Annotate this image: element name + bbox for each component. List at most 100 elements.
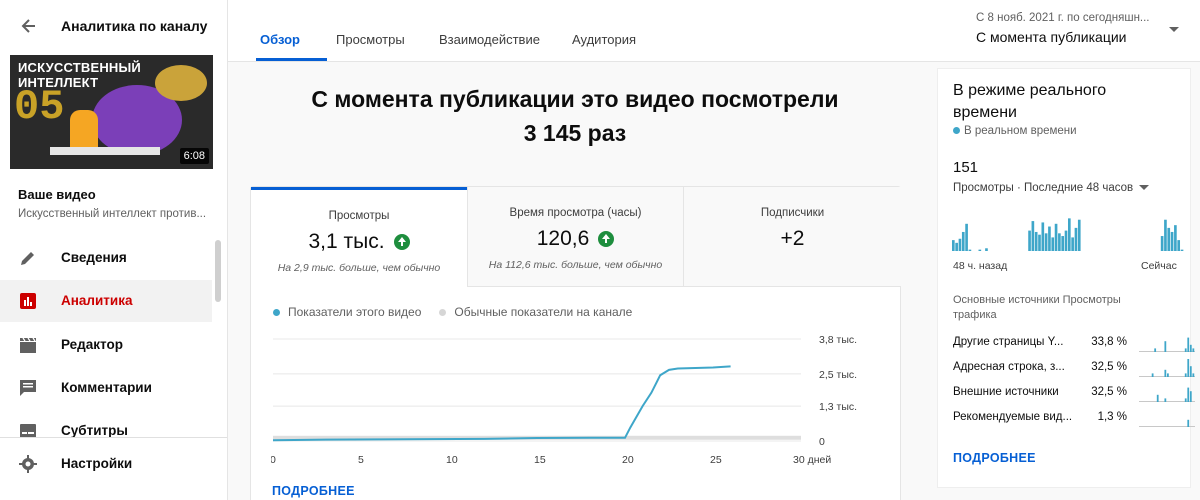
traffic-source-row[interactable]: Другие страницы Y... 33,8 % [953,336,1195,356]
video-title: Искусственный интеллект против... [18,208,207,220]
tab-engagement[interactable]: Взаимодействие [439,32,540,47]
source-name: Адресная строка, з... [953,361,1065,373]
y-tick-label: 2,5 тыс. [819,369,857,381]
realtime-bar [965,223,968,251]
source-name: Внешние источники [953,386,1059,398]
realtime-bar [1044,233,1048,251]
source-sparkline [1139,359,1195,377]
nav-item-label: Комментарии [61,380,152,395]
tab-views[interactable]: Просмотры [336,32,405,47]
sparkline-bar [1154,348,1157,352]
legend-this-video: Показатели этого видео [273,305,421,319]
realtime-more-link[interactable]: ПОДРОБНЕЕ [953,451,1036,465]
realtime-bar [1068,218,1071,251]
thumbnail-number: 05 [14,83,65,131]
tab-overview[interactable]: Обзор [260,32,300,47]
realtime-bar [985,248,988,251]
legend-label: Показатели этого видео [288,305,422,319]
your-video-label: Ваше видео [18,187,96,202]
nav-item-analytics[interactable]: Аналитика [0,280,212,322]
metric-views[interactable]: Просмотры 3,1 тыс. На 2,9 тыс. больше, ч… [251,187,467,287]
pencil-icon [21,252,34,265]
nav-item-editor[interactable]: Редактор [0,324,212,366]
sparkline-bar [1189,344,1192,352]
page-headline: С момента публикации это видео посмотрел… [250,82,900,150]
caret-down-icon [1139,185,1150,191]
traffic-source-row[interactable]: Рекомендуемые вид... 1,3 % [953,411,1195,431]
live-dot-icon [953,127,960,135]
nav-clip: Субтитры [0,400,227,437]
metric-watch-time[interactable]: Время просмотра (часы) 120,6 На 112,6 ты… [467,187,684,287]
realtime-bar [1051,237,1055,251]
sparkline-bar [1187,337,1190,352]
sparkline-bar [1187,359,1190,377]
realtime-bar [1054,223,1058,251]
metric-value: +2 [780,227,805,250]
x-tick-label: 10 [446,454,458,466]
back-arrow-icon[interactable] [19,16,39,36]
sparkline-bar [1189,366,1192,377]
analytics-icon [20,293,36,309]
x-tick-label: 25 [710,454,722,466]
realtime-metric-selector[interactable]: Просмотры · Последние 48 часов [953,182,1150,194]
realtime-bar [1031,221,1035,251]
realtime-bar [1077,219,1081,251]
date-range-selector[interactable]: С 8 нояб. 2021 г. по сегодняшн... С моме… [976,12,1186,45]
video-thumbnail[interactable]: 05 ИСКУССТВЕННЫЙ ИНТЕЛЛЕКТ 6:08 [10,55,213,169]
nav-item-subtitles[interactable]: Субтитры [0,410,212,437]
x-tick-label: 15 [534,454,546,466]
realtime-live-indicator: В реальном времени [953,125,1077,137]
realtime-bar [1071,237,1074,251]
x-tick-label: 20 [622,454,634,466]
realtime-bar [968,249,972,251]
nav-item-label: Субтитры [61,423,128,437]
headline-line-1: С момента публикации это видео посмотрел… [311,86,839,112]
realtime-bar [958,238,962,251]
nav-item-label: Сведения [61,250,127,265]
tab-bar: Обзор Просмотры Взаимодействие Аудитория… [228,0,1200,62]
nav-item-settings[interactable]: Настройки [0,443,212,485]
realtime-count: 151 [953,159,979,176]
realtime-bar [961,231,965,251]
sparkline-bar [1164,398,1167,402]
subtitles-icon [20,424,36,437]
nav-item-details[interactable]: Сведения [0,237,212,279]
x-tick-label: 30 дней [793,454,831,466]
source-percent: 32,5 % [1091,361,1127,373]
sparkline-bar [1164,341,1167,352]
realtime-live-label: В реальном времени [964,125,1077,137]
realtime-bar [1058,233,1061,251]
x-tick-label: 0 [271,454,276,466]
clapperboard-icon [20,337,36,353]
realtime-bar [1174,225,1177,251]
realtime-bar [955,242,958,251]
sparkline-bar [1184,398,1187,402]
metric-label: Время просмотра (часы) [509,207,642,219]
sparkline-bar [1187,387,1190,402]
realtime-bar [1170,231,1174,251]
traffic-source-row[interactable]: Адресная строка, з... 32,5 % [953,359,1195,381]
more-details-link[interactable]: ПОДРОБНЕЕ [272,484,355,498]
nav-item-label: Редактор [61,337,123,352]
tab-audience[interactable]: Аудитория [572,32,636,47]
realtime-bar [1064,230,1068,251]
overview-card: Просмотры 3,1 тыс. На 2,9 тыс. больше, ч… [250,186,901,500]
video-duration: 6:08 [179,148,209,164]
source-name: Рекомендуемые вид... [953,411,1073,423]
realtime-bar [1160,236,1164,251]
series-line-this-video [272,365,731,442]
sparkline-bar [1164,369,1167,377]
metric-subscribers[interactable]: Подписчики +2 [684,187,901,287]
source-sparkline [1139,387,1195,402]
metric-value: 120,6 [536,227,590,250]
realtime-metric-label: Просмотры · Последние 48 часов [953,182,1134,194]
sparkline-bar [1151,373,1154,377]
legend-dot [273,309,280,317]
y-tick-label: 1,3 тыс. [819,401,857,413]
chevron-down-icon [1169,27,1179,32]
realtime-bar [1061,236,1065,251]
traffic-source-row[interactable]: Внешние источники 32,5 % [953,386,1195,406]
sidebar-scrollbar[interactable] [215,240,221,302]
date-range-sub: С 8 нояб. 2021 г. по сегодняшн... [976,12,1150,24]
realtime-bar [1164,219,1167,251]
